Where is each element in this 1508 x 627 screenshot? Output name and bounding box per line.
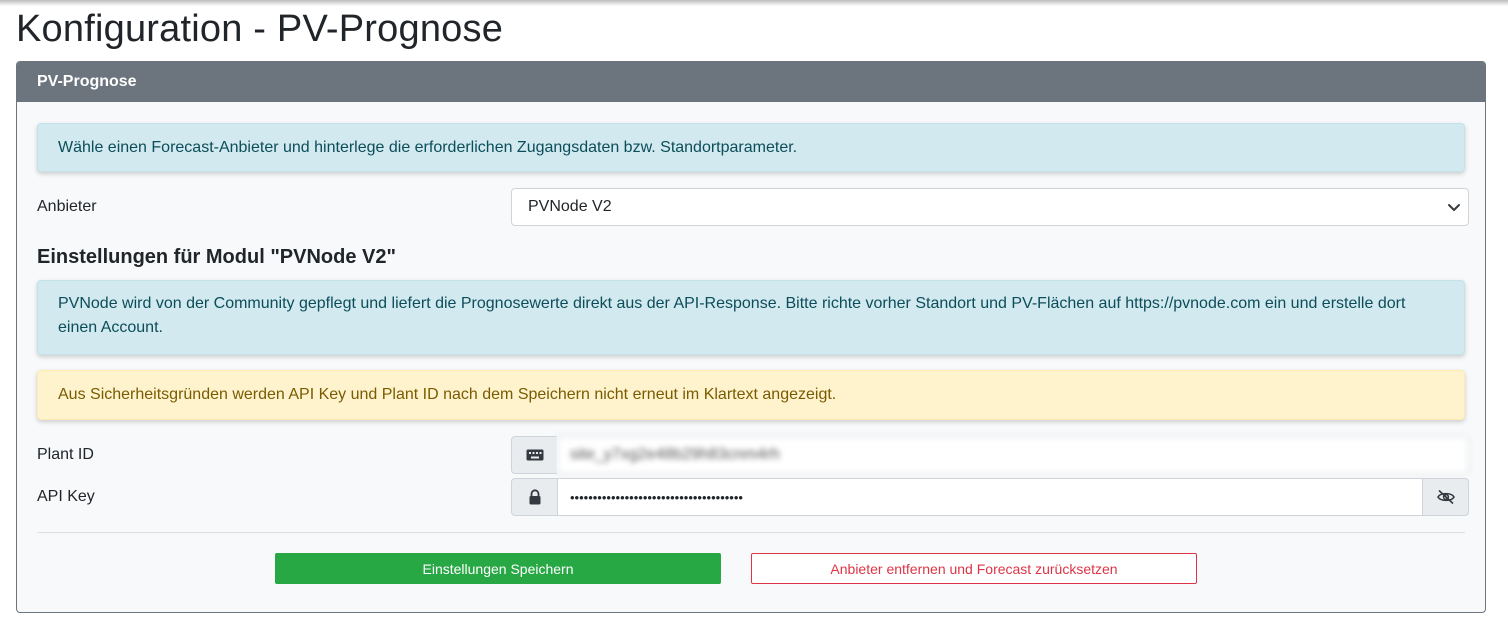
module-info-text: PVNode wird von der Community gepflegt u… (58, 295, 1406, 336)
provider-select-value: PVNode V2 (528, 198, 612, 215)
api-key-addon (511, 478, 557, 516)
pv-forecast-card: PV-Prognose Wähle einen Forecast-Anbiete… (16, 61, 1486, 613)
keyboard-icon (526, 449, 543, 461)
api-key-input[interactable] (557, 478, 1423, 516)
toggle-visibility-button[interactable] (1423, 478, 1469, 516)
api-key-label: API Key (37, 488, 95, 505)
lock-icon (529, 489, 540, 505)
provider-label: Anbieter (37, 198, 97, 215)
module-info-alert: PVNode wird von der Community gepflegt u… (37, 280, 1465, 355)
page-title: Konfiguration - PV-Prognose (16, 8, 504, 50)
plant-id-group (511, 436, 1469, 474)
plant-id-addon (511, 436, 557, 474)
remove-provider-button[interactable]: Anbieter entfernen und Forecast zurückse… (751, 553, 1197, 584)
plant-id-label: Plant ID (37, 446, 94, 463)
chevron-down-icon (1448, 204, 1460, 211)
provider-select[interactable]: PVNode V2 (511, 188, 1469, 226)
plant-id-input[interactable] (557, 436, 1469, 474)
top-shadow (0, 0, 1508, 6)
module-settings-heading: Einstellungen für Modul "PVNode V2" (37, 246, 396, 268)
intro-alert: Wähle einen Forecast-Anbieter und hinter… (37, 123, 1465, 172)
save-settings-button[interactable]: Einstellungen Speichern (275, 553, 721, 584)
divider (37, 532, 1465, 533)
card-header: PV-Prognose (17, 62, 1485, 102)
security-warning-alert: Aus Sicherheitsgründen werden API Key un… (37, 370, 1465, 420)
security-warning-text: Aus Sicherheitsgründen werden API Key un… (58, 386, 837, 403)
api-key-group (511, 478, 1469, 516)
eye-slash-icon (1436, 489, 1455, 505)
intro-alert-text: Wähle einen Forecast-Anbieter und hinter… (58, 139, 798, 156)
